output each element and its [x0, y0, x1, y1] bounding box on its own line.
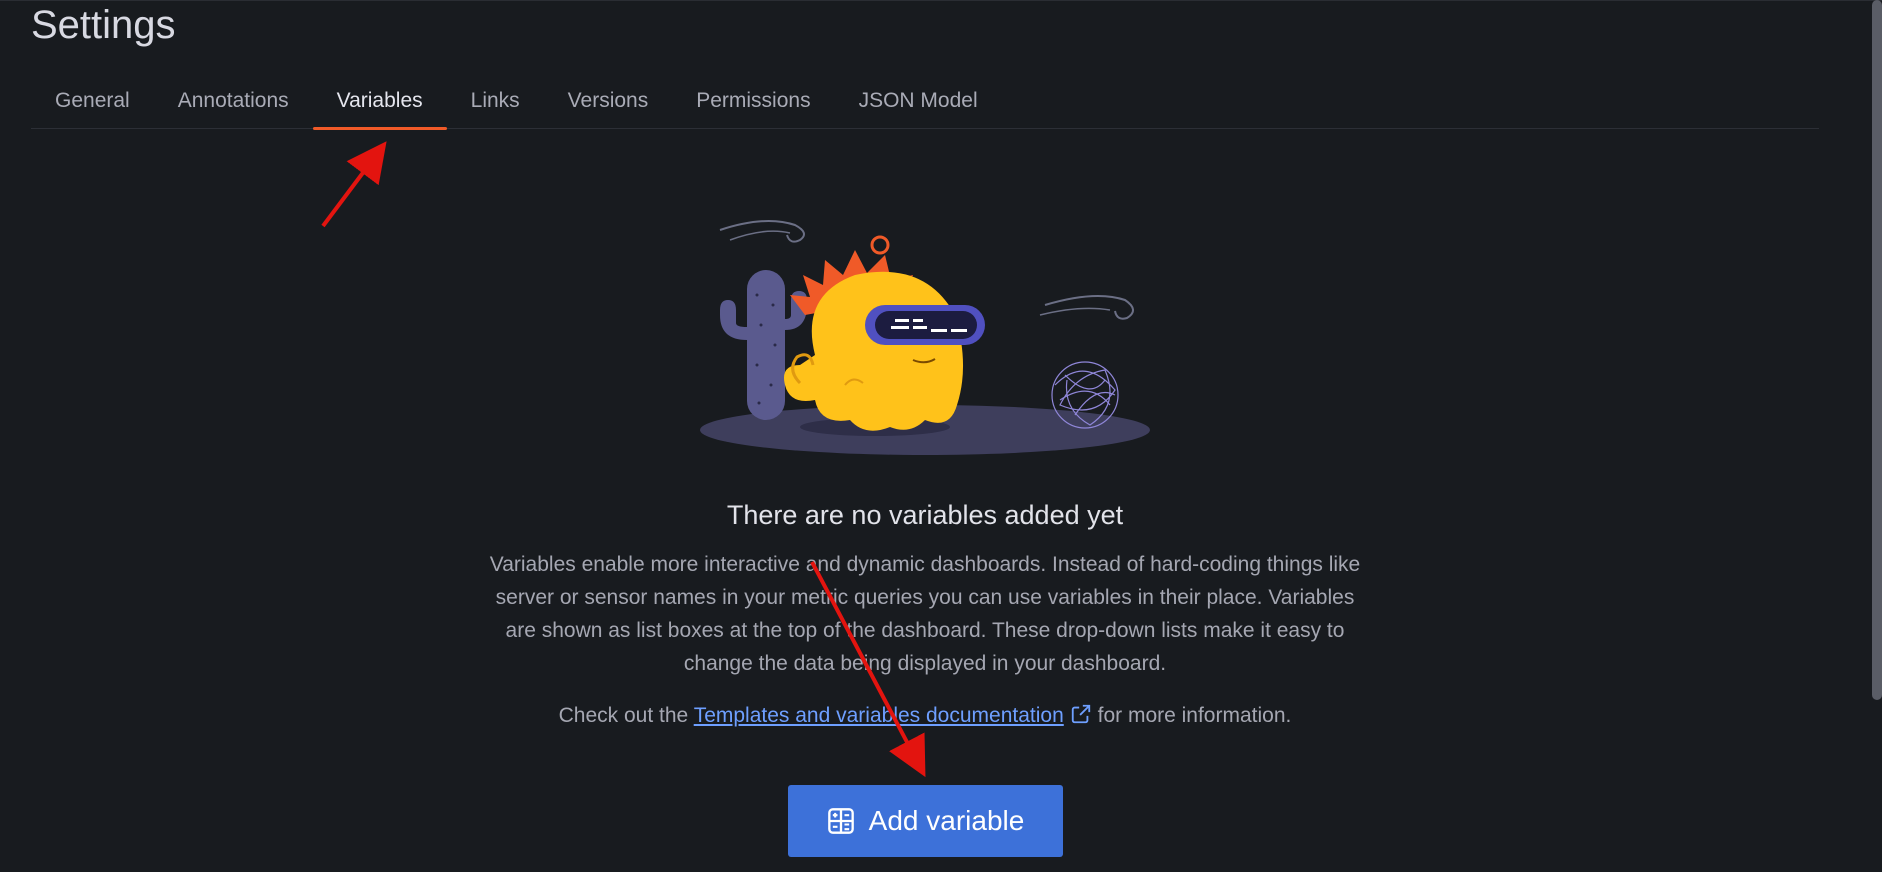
tab-versions[interactable]: Versions: [544, 78, 673, 128]
doc-note-suffix: for more information.: [1097, 704, 1292, 727]
tab-json-model[interactable]: JSON Model: [835, 78, 1002, 128]
tab-links[interactable]: Links: [447, 78, 544, 128]
empty-state-title: There are no variables added yet: [726, 500, 1124, 530]
calculator-icon: [827, 808, 854, 834]
external-link-icon: [1071, 704, 1090, 724]
annotation-arrow-tab: [321, 141, 387, 228]
page-title: Settings: [31, 3, 176, 47]
mascot-icon: [784, 235, 985, 431]
tab-general[interactable]: General: [31, 78, 154, 128]
dashboard-settings-page: Settings General Annotations Variables L…: [0, 0, 1882, 872]
add-variable-label: Add variable: [868, 805, 1025, 836]
top-divider: [0, 0, 1882, 1]
templates-docs-link[interactable]: Templates and variables documentation: [694, 704, 1064, 727]
scrollbar-thumb[interactable]: [1872, 0, 1882, 700]
settings-tabs: General Annotations Variables Links Vers…: [31, 78, 1819, 130]
add-variable-button[interactable]: Add variable: [788, 785, 1063, 857]
tab-annotations[interactable]: Annotations: [154, 78, 313, 128]
doc-note-prefix: Check out the: [558, 704, 689, 727]
tab-permissions[interactable]: Permissions: [672, 78, 834, 128]
empty-state-description: Variables enable more interactive and dy…: [489, 553, 1361, 675]
tab-variables[interactable]: Variables: [312, 78, 447, 130]
empty-state-illustration: [700, 220, 1150, 455]
documentation-note: Check out the Templates and variables do…: [0, 703, 1850, 728]
